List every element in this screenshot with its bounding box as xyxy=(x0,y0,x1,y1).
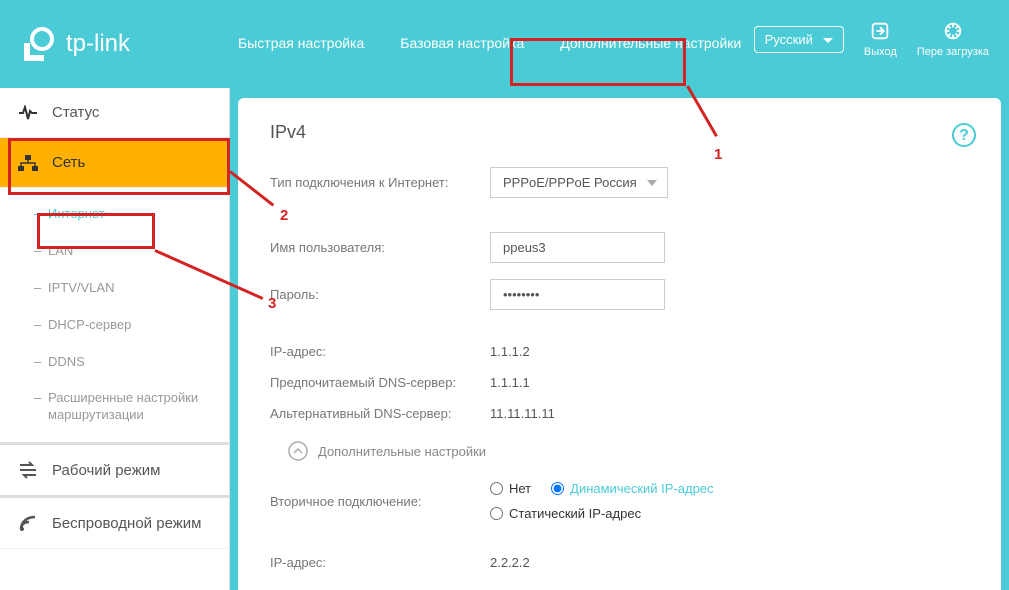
row-secondary: Вторичное подключение: Нет Динамический … xyxy=(270,481,969,521)
submenu-dhcp[interactable]: DHCP-сервер xyxy=(0,307,229,344)
label-connection-type: Тип подключения к Интернет: xyxy=(270,175,490,190)
logout-button[interactable]: Выход xyxy=(864,20,897,58)
help-icon: ? xyxy=(951,122,977,148)
help-button[interactable]: ? xyxy=(951,122,977,151)
row-password: Пароль: xyxy=(270,279,969,310)
secondary-options: Нет Динамический IP-адрес Статический IP… xyxy=(490,481,714,521)
header-right: Русский Выход Пере загрузка xyxy=(754,20,989,58)
radio-secondary-dynamic[interactable]: Динамический IP-адрес xyxy=(551,481,713,496)
row-ip2: IP-адрес: 2.2.2.2 xyxy=(270,555,969,570)
brand-name: tp-link xyxy=(66,30,130,58)
radio-secondary-static[interactable]: Статический IP-адрес xyxy=(490,506,641,521)
sidebar: Статус Сеть Интернет LAN IPTV/VLAN DHCP-… xyxy=(0,88,230,590)
brand-logo: tp-link xyxy=(20,25,130,63)
label-ip: IP-адрес: xyxy=(270,344,490,359)
label-username: Имя пользователя: xyxy=(270,240,490,255)
sidebar-item-status[interactable]: Статус xyxy=(0,88,229,138)
status-icon xyxy=(18,105,38,121)
tplink-logo-icon xyxy=(20,25,58,63)
content-area: ? IPv4 Тип подключения к Интернет: PPPoE… xyxy=(230,88,1009,590)
select-connection-type[interactable]: PPPoE/PPPoE Россия xyxy=(490,167,668,198)
value-ip2: 2.2.2.2 xyxy=(490,555,530,570)
header: tp-link Быстрая настройка Базовая настро… xyxy=(0,0,1009,88)
top-nav: Быстрая настройка Базовая настройка Допо… xyxy=(220,0,759,88)
row-connection-type: Тип подключения к Интернет: PPPoE/PPPoE … xyxy=(270,167,969,198)
input-username[interactable] xyxy=(490,232,665,263)
submenu-ddns[interactable]: DDNS xyxy=(0,344,229,381)
submenu-internet[interactable]: Интернет xyxy=(0,196,229,233)
label-password: Пароль: xyxy=(270,287,490,302)
reboot-icon xyxy=(942,20,964,42)
network-icon xyxy=(18,155,38,171)
label-dns2: Альтернативный DNS-сервер: xyxy=(270,406,490,421)
submenu-lan[interactable]: LAN xyxy=(0,233,229,270)
nav-quick-setup[interactable]: Быстрая настройка xyxy=(220,34,382,54)
submenu-iptv[interactable]: IPTV/VLAN xyxy=(0,270,229,307)
label-dns1: Предпочитаемый DNS-сервер: xyxy=(270,375,490,390)
sidebar-item-mode[interactable]: Рабочий режим xyxy=(0,442,229,498)
row-ip: IP-адрес: 1.1.1.2 xyxy=(270,344,969,359)
language-select[interactable]: Русский xyxy=(754,26,844,53)
mode-icon xyxy=(18,461,38,479)
wireless-icon xyxy=(18,514,38,532)
radio-secondary-none[interactable]: Нет xyxy=(490,481,531,496)
network-submenu: Интернет LAN IPTV/VLAN DHCP-сервер DDNS … xyxy=(0,188,229,442)
section-title: IPv4 xyxy=(270,122,969,143)
sidebar-item-wireless[interactable]: Беспроводной режим xyxy=(0,498,229,549)
logout-icon xyxy=(869,20,891,42)
nav-basic-setup[interactable]: Базовая настройка xyxy=(382,34,542,54)
value-dns1: 1.1.1.1 xyxy=(490,375,530,390)
input-password[interactable] xyxy=(490,279,665,310)
label-ip2: IP-адрес: xyxy=(270,555,490,570)
row-dns2: Альтернативный DNS-сервер: 11.11.11.11 xyxy=(270,406,969,421)
sidebar-item-network[interactable]: Сеть xyxy=(0,138,229,188)
nav-advanced-settings[interactable]: Дополнительные настройки xyxy=(542,34,759,54)
main-container: Статус Сеть Интернет LAN IPTV/VLAN DHCP-… xyxy=(0,88,1009,590)
content-panel: ? IPv4 Тип подключения к Интернет: PPPoE… xyxy=(238,98,1001,590)
row-username: Имя пользователя: xyxy=(270,232,969,263)
reboot-button[interactable]: Пере загрузка xyxy=(917,20,989,58)
value-dns2: 11.11.11.11 xyxy=(490,406,555,421)
submenu-routing[interactable]: Расширенные настройки маршрутизации xyxy=(0,380,229,434)
svg-text:?: ? xyxy=(959,127,969,144)
row-dns1: Предпочитаемый DNS-сервер: 1.1.1.1 xyxy=(270,375,969,390)
collapse-icon xyxy=(288,441,308,461)
value-ip: 1.1.1.2 xyxy=(490,344,530,359)
advanced-toggle[interactable]: Дополнительные настройки xyxy=(270,441,969,461)
label-secondary: Вторичное подключение: xyxy=(270,494,490,509)
